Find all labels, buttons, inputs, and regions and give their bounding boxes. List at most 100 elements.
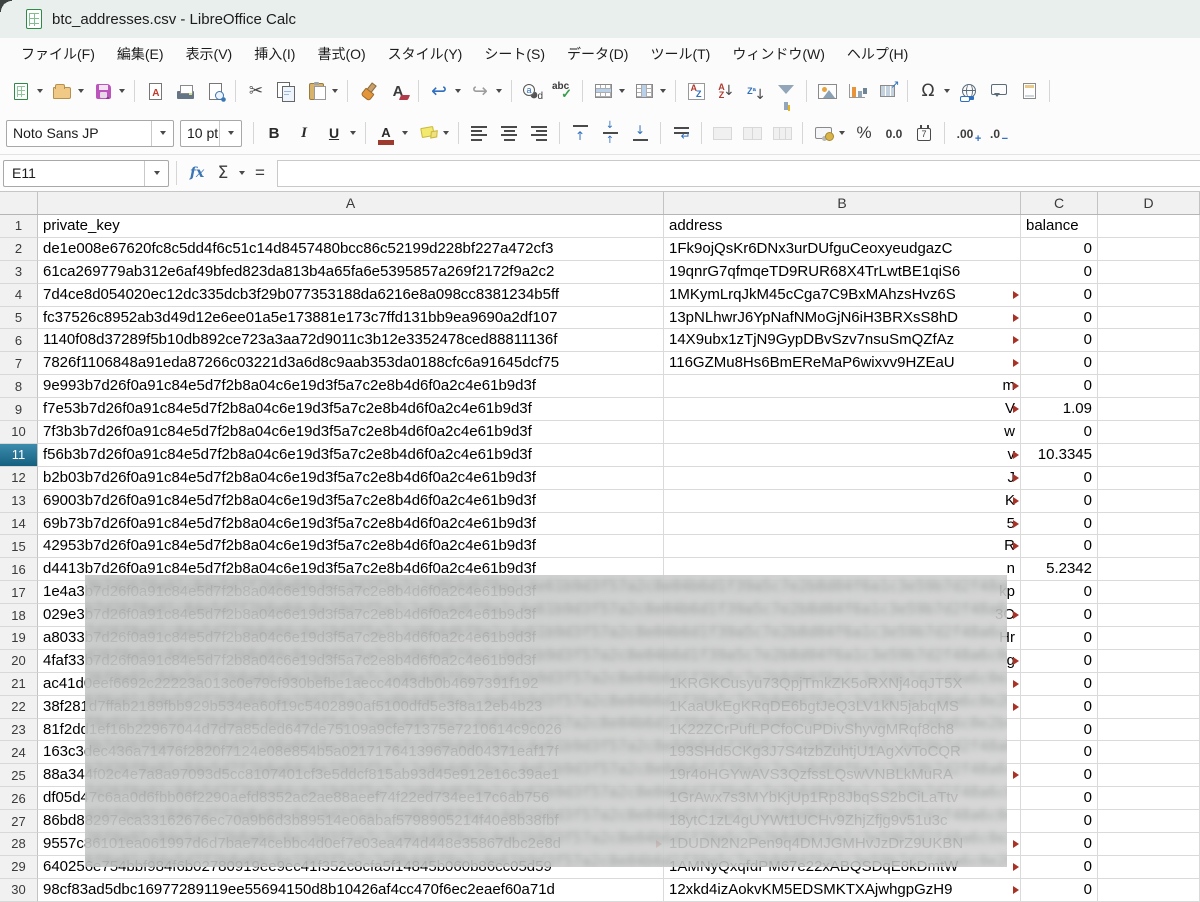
format-date-button[interactable] — [909, 120, 939, 146]
cell-D21[interactable] — [1098, 673, 1200, 696]
cell-B14[interactable]: 5 — [664, 513, 1021, 536]
cell-B30[interactable]: 12xkd4izAokvKM5EDSMKTXAjwhgpGzH9 — [664, 879, 1021, 902]
cell-C30[interactable]: 0 — [1021, 879, 1098, 902]
chevron-down-icon[interactable] — [443, 131, 449, 135]
cell-B7[interactable]: 116GZMu8Hs6BmEReMaP6wixvv9HZEaU — [664, 352, 1021, 375]
clone-formatting-button[interactable] — [353, 78, 383, 104]
font-name-combo[interactable]: Noto Sans JP — [6, 120, 174, 147]
row-header-8[interactable]: 8 — [0, 375, 38, 398]
cell-B4[interactable]: 1MKymLrqJkM45cCga7C9BxMAhzsHvz6S — [664, 284, 1021, 307]
menu-item-8[interactable]: ツール(T) — [639, 39, 721, 69]
cell-D10[interactable] — [1098, 421, 1200, 444]
insert-chart-button[interactable] — [842, 78, 872, 104]
special-character-button[interactable] — [913, 78, 954, 104]
row-button[interactable] — [588, 78, 629, 104]
autosum-dropdown-icon[interactable] — [239, 171, 245, 175]
cell-C13[interactable]: 0 — [1021, 490, 1098, 513]
menu-item-10[interactable]: ヘルプ(H) — [836, 39, 919, 69]
format-number-button[interactable] — [879, 120, 909, 146]
highlight-color-button[interactable] — [412, 120, 453, 146]
cell-C4[interactable]: 0 — [1021, 284, 1098, 307]
row-header-2[interactable]: 2 — [0, 238, 38, 261]
column-header-D[interactable]: D — [1098, 192, 1200, 214]
chevron-down-icon[interactable] — [496, 89, 502, 93]
cell-D23[interactable] — [1098, 719, 1200, 742]
cell-C5[interactable]: 0 — [1021, 307, 1098, 330]
cell-D28[interactable] — [1098, 833, 1200, 856]
cell-C18[interactable]: 0 — [1021, 604, 1098, 627]
row-header-28[interactable]: 28 — [0, 833, 38, 856]
row-header-18[interactable]: 18 — [0, 604, 38, 627]
align-right-button[interactable] — [524, 120, 554, 146]
insert-image-button[interactable] — [812, 78, 842, 104]
row-header-7[interactable]: 7 — [0, 352, 38, 375]
cell-B8[interactable]: m — [664, 375, 1021, 398]
cell-D20[interactable] — [1098, 650, 1200, 673]
cell-C26[interactable]: 0 — [1021, 787, 1098, 810]
row-header-1[interactable]: 1 — [0, 215, 38, 238]
cell-D26[interactable] — [1098, 787, 1200, 810]
spelling-button[interactable] — [547, 78, 577, 104]
name-box-dropdown[interactable] — [144, 161, 168, 186]
wrap-text-button[interactable] — [666, 120, 696, 146]
cell-C27[interactable]: 0 — [1021, 810, 1098, 833]
row-header-11[interactable]: 11 — [0, 444, 38, 467]
chevron-down-icon[interactable] — [332, 89, 338, 93]
row-header-4[interactable]: 4 — [0, 284, 38, 307]
cell-A11[interactable]: f56b3b7d26f0a91c84e5d7f2b8a04c6e19d3f5a7… — [38, 444, 664, 467]
name-box[interactable]: E11 — [3, 160, 169, 187]
delete-decimal-button[interactable] — [980, 120, 1010, 146]
align-left-button[interactable] — [464, 120, 494, 146]
cell-D18[interactable] — [1098, 604, 1200, 627]
cell-A15[interactable]: 42953b7d26f0a91c84e5d7f2b8a04c6e19d3f5a7… — [38, 535, 664, 558]
paste-button[interactable] — [301, 78, 342, 104]
insert-comment-button[interactable] — [984, 78, 1014, 104]
chevron-down-icon[interactable] — [944, 89, 950, 93]
cell-C29[interactable]: 0 — [1021, 856, 1098, 879]
formula-button[interactable] — [247, 160, 273, 186]
cell-D11[interactable] — [1098, 444, 1200, 467]
menu-item-7[interactable]: データ(D) — [556, 39, 639, 69]
column-header-B[interactable]: B — [664, 192, 1021, 214]
menu-item-5[interactable]: スタイル(Y) — [377, 39, 474, 69]
row-header-3[interactable]: 3 — [0, 261, 38, 284]
cell-C2[interactable]: 0 — [1021, 238, 1098, 261]
cell-C11[interactable]: 10.3345 — [1021, 444, 1098, 467]
row-header-24[interactable]: 24 — [0, 741, 38, 764]
cell-D27[interactable] — [1098, 810, 1200, 833]
chevron-down-icon[interactable] — [78, 89, 84, 93]
valign-bottom-button[interactable] — [625, 120, 655, 146]
menu-item-6[interactable]: シート(S) — [473, 39, 556, 69]
merge-center-button[interactable] — [737, 120, 767, 146]
row-header-25[interactable]: 25 — [0, 764, 38, 787]
cell-D5[interactable] — [1098, 307, 1200, 330]
row-header-30[interactable]: 30 — [0, 879, 38, 902]
cell-A30[interactable]: 98cf83ad5dbc16977289119ee55694150d8b1042… — [38, 879, 664, 902]
underline-button[interactable] — [319, 120, 360, 146]
row-header-23[interactable]: 23 — [0, 719, 38, 742]
cell-D8[interactable] — [1098, 375, 1200, 398]
valign-top-button[interactable] — [565, 120, 595, 146]
row-header-6[interactable]: 6 — [0, 329, 38, 352]
cell-A7[interactable]: 7826f1106848a91eda87266c03221d3a6d8c9aab… — [38, 352, 664, 375]
redo-button[interactable] — [465, 78, 506, 104]
cell-B12[interactable]: J — [664, 467, 1021, 490]
cell-A5[interactable]: fc37526c8952ab3d49d12e6ee01a5e173881e173… — [38, 307, 664, 330]
insert-hyperlink-button[interactable] — [954, 78, 984, 104]
column-button[interactable] — [629, 78, 670, 104]
column-header-A[interactable]: A — [38, 192, 664, 214]
chevron-down-icon[interactable] — [37, 89, 43, 93]
row-header-16[interactable]: 16 — [0, 558, 38, 581]
cell-B11[interactable]: v — [664, 444, 1021, 467]
cell-B15[interactable]: R — [664, 535, 1021, 558]
cell-B9[interactable]: V — [664, 398, 1021, 421]
clear-formatting-button[interactable] — [383, 78, 413, 104]
chevron-down-icon[interactable] — [119, 89, 125, 93]
cell-D4[interactable] — [1098, 284, 1200, 307]
chevron-down-icon[interactable] — [151, 121, 173, 146]
column-header-C[interactable]: C — [1021, 192, 1098, 214]
print-preview-button[interactable] — [200, 78, 230, 104]
menu-item-3[interactable]: 挿入(I) — [243, 39, 306, 69]
cell-D22[interactable] — [1098, 696, 1200, 719]
row-header-19[interactable]: 19 — [0, 627, 38, 650]
